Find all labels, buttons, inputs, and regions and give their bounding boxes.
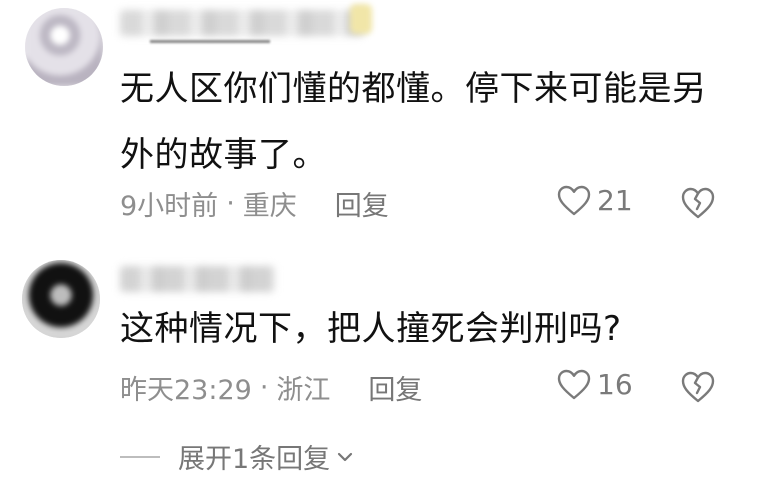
badge-icon (350, 4, 372, 34)
comment-meta: 昨天23:29 · 浙江 回复 (120, 368, 422, 407)
username-redacted[interactable] (120, 10, 365, 36)
divider-line (120, 455, 160, 458)
expand-replies-button[interactable]: 展开1条回复 (120, 437, 354, 476)
separator-dot: · (259, 372, 269, 403)
heart-icon (557, 185, 591, 215)
like-count: 21 (597, 184, 633, 217)
comment-text: 这种情况下，把人撞死会判刑吗? (120, 309, 622, 349)
comment-location: 浙江 (276, 375, 331, 406)
comment-item: 这种情况下，把人撞死会判刑吗? 昨天23:29 · 浙江 回复 16 (0, 240, 772, 430)
username-redacted[interactable] (120, 266, 275, 292)
comment-time: 9小时前 (120, 191, 219, 222)
comment-item: 无人区你们懂的都懂。停下来可能是另外的故事了。 9小时前 · 重庆 回复 21 (0, 0, 772, 240)
comment-time: 昨天23:29 (120, 375, 252, 406)
chevron-down-icon (338, 452, 353, 461)
comment-meta: 9小时前 · 重庆 回复 (120, 184, 389, 223)
broken-heart-icon[interactable] (681, 186, 715, 220)
heart-icon (557, 369, 591, 399)
avatar[interactable] (22, 260, 100, 338)
username-underline (150, 40, 270, 43)
like-count: 16 (597, 368, 633, 401)
comment-text: 无人区你们懂的都懂。停下来可能是另外的故事了。 (120, 69, 707, 175)
broken-heart-icon[interactable] (681, 370, 715, 404)
comment-location: 重庆 (242, 191, 297, 222)
separator-dot: · (226, 188, 235, 219)
reply-button[interactable]: 回复 (335, 184, 389, 223)
like-button[interactable]: 21 (557, 184, 633, 217)
reply-button[interactable]: 回复 (368, 368, 422, 407)
like-button[interactable]: 16 (557, 368, 633, 401)
expand-replies-label: 展开1条回复 (178, 444, 331, 475)
avatar[interactable] (25, 8, 103, 86)
